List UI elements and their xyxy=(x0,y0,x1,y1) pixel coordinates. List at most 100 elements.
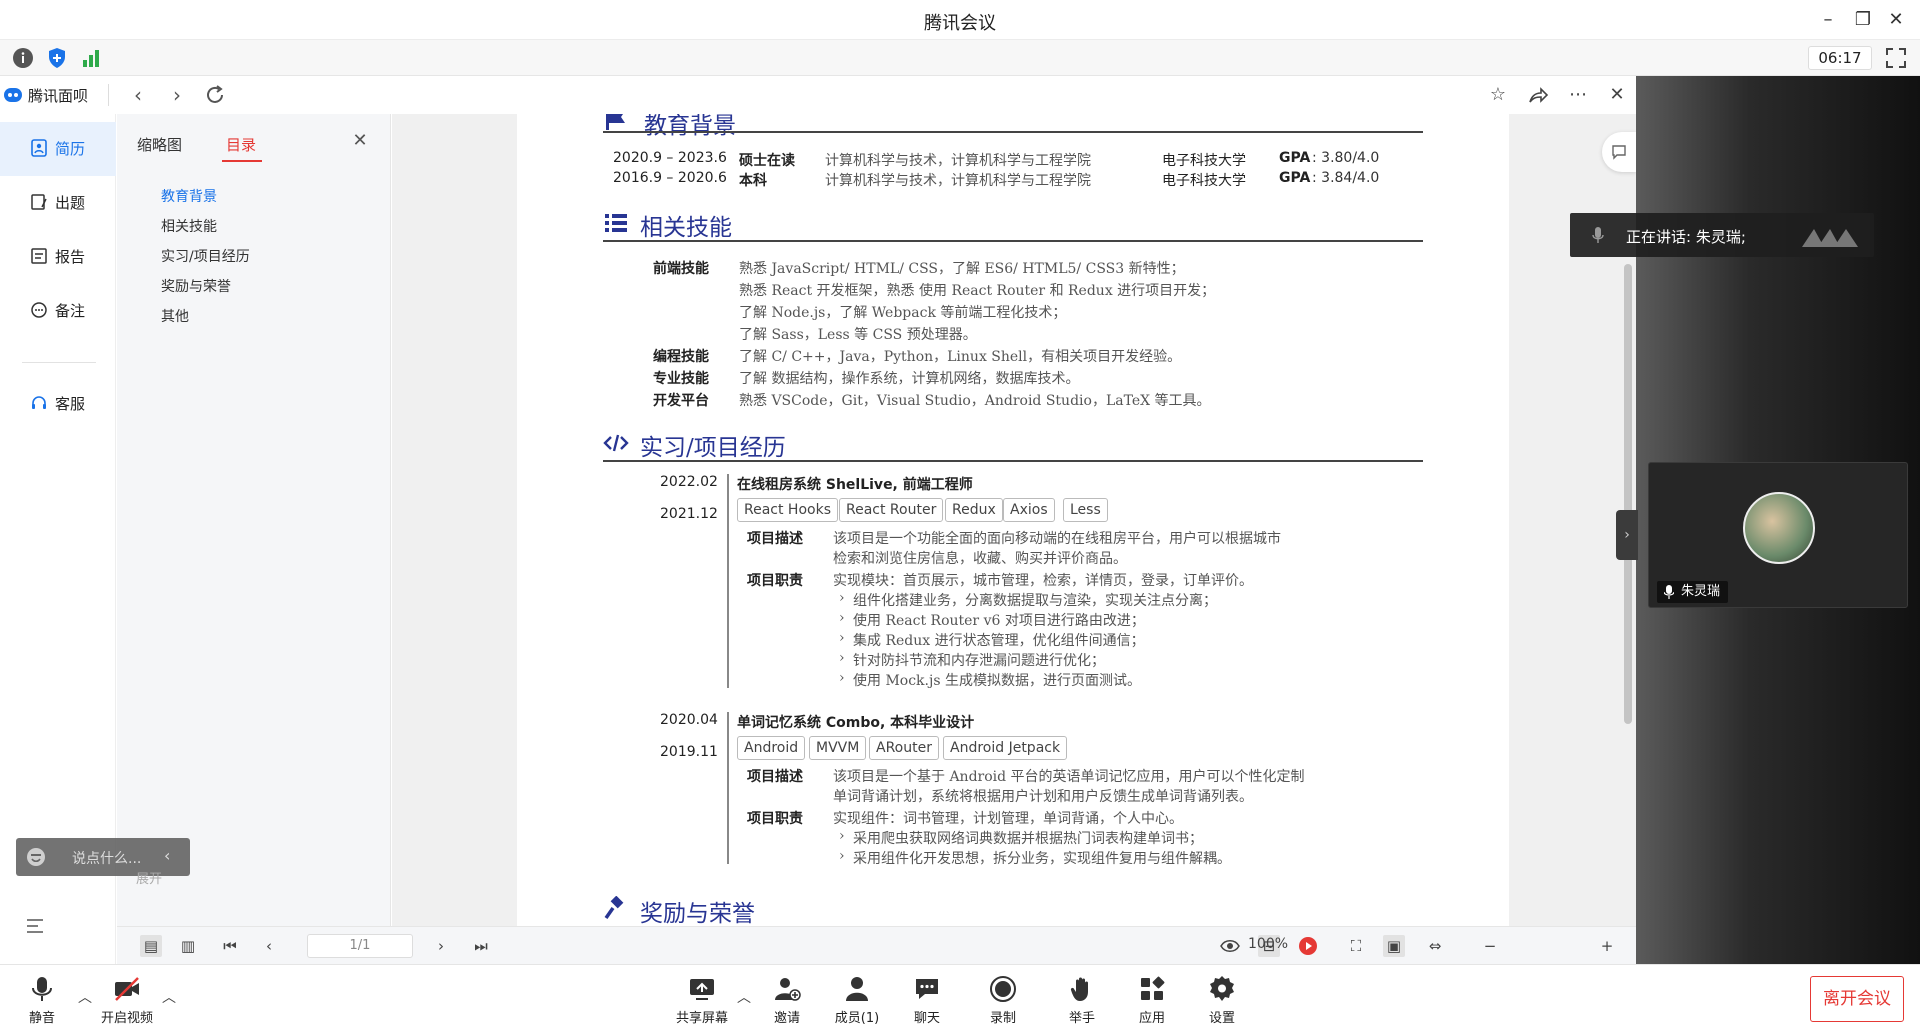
next-page-icon[interactable]: › xyxy=(430,935,452,957)
security-shield-icon[interactable] xyxy=(46,47,68,69)
sidebar-item-questions[interactable]: 出题 xyxy=(0,176,116,230)
page-number-input[interactable]: 1/1 xyxy=(307,934,413,958)
active-tab-indicator xyxy=(222,160,262,162)
restore-button[interactable]: ❐ xyxy=(1851,8,1875,32)
sidebar-item-notes[interactable]: 备注 xyxy=(0,284,116,338)
settings-button[interactable]: 设置 xyxy=(1192,971,1252,1031)
fit-width-icon[interactable]: ⇔ xyxy=(1424,935,1446,957)
sidebar-divider xyxy=(22,362,96,363)
sidebar-item-resume[interactable]: 简历 xyxy=(0,122,116,176)
more-options-icon[interactable]: ⋯ xyxy=(1566,83,1590,107)
forward-button[interactable]: › xyxy=(165,83,189,107)
skill-line: 了解 Sass，Less 等 CSS 预处理器。 xyxy=(739,327,977,343)
close-app-button[interactable]: ✕ xyxy=(1605,83,1629,107)
outline-panel: 缩略图 目录 ✕ 教育背景 相关技能 实习/项目经历 奖励与荣誉 其他 xyxy=(117,114,391,926)
record-button[interactable]: 录制 xyxy=(973,971,1033,1031)
invite-button[interactable]: 邀请 xyxy=(757,971,817,1031)
zoom-in-icon[interactable]: + xyxy=(1596,935,1618,957)
toolbar-label: 录制 xyxy=(989,1011,1016,1026)
project-start-date: 2021.12 xyxy=(660,506,718,522)
comment-icon xyxy=(1612,145,1626,160)
project-duty-label: 项目职责 xyxy=(747,573,803,589)
project-duty-head: 实现组件：词书管理，计划管理，单词背诵，个人中心。 xyxy=(833,811,1183,827)
leave-meeting-button[interactable]: 离开会议 xyxy=(1810,976,1904,1022)
toc-item-other[interactable]: 其他 xyxy=(161,306,189,326)
chevron-left-icon[interactable]: ‹ xyxy=(164,846,170,865)
share-options-caret[interactable]: ︿ xyxy=(737,987,751,1007)
microphone-icon xyxy=(32,977,52,1001)
timeline-line xyxy=(727,712,729,864)
app-header: 腾讯面呗 ‹ › ☆ ⋯ ✕ xyxy=(0,76,1636,114)
last-page-icon[interactable]: ⏭ xyxy=(470,935,492,957)
close-window-button[interactable]: ✕ xyxy=(1884,8,1908,32)
window-title-bar: 腾讯会议 – ❐ ✕ xyxy=(0,0,1920,40)
members-icon xyxy=(846,977,868,1001)
minimize-button[interactable]: – xyxy=(1816,8,1840,32)
close-panel-button[interactable]: ✕ xyxy=(349,130,371,152)
network-signal-icon[interactable] xyxy=(80,47,102,69)
start-video-button[interactable]: 开启视频 xyxy=(97,971,157,1031)
project-tag: Less xyxy=(1063,498,1108,522)
vertical-scrollbar[interactable] xyxy=(1624,264,1632,724)
fullscreen-icon[interactable] xyxy=(1884,46,1908,70)
comment-float-button[interactable] xyxy=(1602,132,1636,172)
toc-item-education[interactable]: 教育背景 xyxy=(161,186,217,206)
mute-button[interactable]: 静音 xyxy=(12,971,72,1031)
project-desc-label: 项目描述 xyxy=(747,531,803,547)
participant-video-tile[interactable]: 朱灵瑞 xyxy=(1648,462,1908,608)
project-desc-line: 该项目是一个功能全面的面向移动端的在线租房平台，用户可以根据城市 xyxy=(833,531,1281,547)
chat-icon xyxy=(916,979,938,999)
project-tag: MVVM xyxy=(809,736,867,760)
sidebar-item-report[interactable]: 报告 xyxy=(0,230,116,284)
refresh-icon[interactable] xyxy=(203,83,227,107)
share-icon[interactable] xyxy=(1526,83,1550,107)
window-title: 腾讯会议 xyxy=(924,13,996,34)
info-icon[interactable] xyxy=(12,47,34,69)
share-screen-button[interactable]: 共享屏幕 xyxy=(672,971,732,1031)
emoji-icon[interactable] xyxy=(26,847,46,867)
apps-button[interactable]: 应用 xyxy=(1122,971,1182,1031)
screenshot-icon[interactable]: ⛶ xyxy=(1345,935,1367,957)
record-icon[interactable] xyxy=(1297,935,1319,957)
skill-label: 开发平台 xyxy=(653,393,709,409)
prev-page-icon[interactable]: ‹ xyxy=(258,935,280,957)
app-logo-icon xyxy=(4,88,22,102)
toolbar-label: 应用 xyxy=(1138,1011,1165,1026)
toc-item-awards[interactable]: 奖励与荣誉 xyxy=(161,276,231,296)
sidebar-label: 报告 xyxy=(55,248,86,266)
document-viewer: 教育背景 2020.9 – 2023.6 硕士在读 计算机科学与技术，计算机科学… xyxy=(392,114,1636,926)
sidebar-label: 出题 xyxy=(55,194,86,212)
raise-hand-button[interactable]: 举手 xyxy=(1052,971,1112,1031)
menu-collapse-icon[interactable] xyxy=(26,918,44,934)
favorite-star-icon[interactable]: ☆ xyxy=(1486,83,1510,107)
headset-icon xyxy=(32,396,46,409)
expand-label[interactable]: 展开 xyxy=(136,868,162,887)
continuous-view-icon[interactable]: ▥ xyxy=(177,935,199,957)
report-icon xyxy=(31,248,47,264)
tab-outline[interactable]: 目录 xyxy=(226,134,256,155)
back-button[interactable]: ‹ xyxy=(126,83,150,107)
members-button[interactable]: 成员(1) xyxy=(827,971,887,1031)
zoom-out-icon[interactable]: − xyxy=(1479,935,1501,957)
toc-item-skills[interactable]: 相关技能 xyxy=(161,216,217,236)
first-page-icon[interactable]: ⏮ xyxy=(219,935,241,957)
settings-icon xyxy=(1210,976,1234,1001)
sidebar-item-service[interactable]: 客服 xyxy=(0,377,116,431)
raise-hand-icon xyxy=(1070,977,1088,1001)
project-duty-label: 项目职责 xyxy=(747,811,803,827)
chat-button[interactable]: 聊天 xyxy=(897,971,957,1031)
collapse-video-panel[interactable]: › xyxy=(1616,510,1638,560)
eye-icon[interactable] xyxy=(1219,935,1241,957)
audio-options-caret[interactable]: ︿ xyxy=(78,987,92,1007)
chat-input[interactable]: 说点什么... ‹ xyxy=(16,838,190,876)
video-options-caret[interactable]: ︿ xyxy=(162,987,176,1007)
single-page-view-icon[interactable]: ▤ xyxy=(140,935,162,957)
share-screen-icon xyxy=(690,979,714,1000)
tab-thumbnails[interactable]: 缩略图 xyxy=(137,134,182,155)
toolbar-label: 邀请 xyxy=(773,1011,800,1026)
note-icon xyxy=(31,302,47,318)
fit-page-icon[interactable]: ▣ xyxy=(1383,935,1405,957)
toc-item-projects[interactable]: 实习/项目经历 xyxy=(161,246,250,266)
duty-bullet: › xyxy=(839,630,845,646)
record-icon xyxy=(990,976,1016,1002)
